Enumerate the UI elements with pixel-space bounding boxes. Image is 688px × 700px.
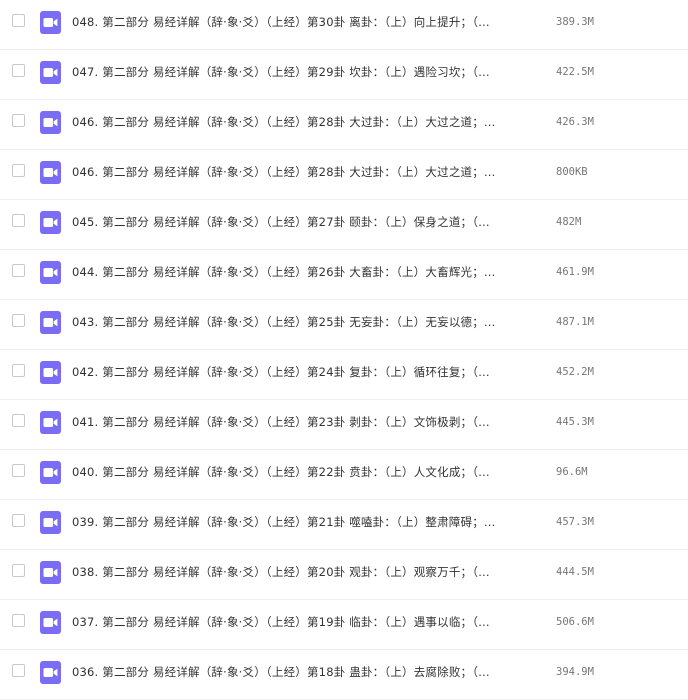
- file-row[interactable]: 036. 第二部分 易经详解（辞·象·爻）（上经）第18卦 蛊卦：（上）去腐除败…: [0, 650, 688, 700]
- file-size: 461.9M: [556, 266, 594, 278]
- video-file-icon: [40, 661, 61, 684]
- row-checkbox[interactable]: [12, 664, 25, 677]
- file-name[interactable]: 046. 第二部分 易经详解（辞·象·爻）（上经）第28卦 大过卦：（上）大过之…: [72, 114, 496, 130]
- row-checkbox[interactable]: [12, 64, 25, 77]
- file-size: 445.3M: [556, 416, 594, 428]
- file-size: 394.9M: [556, 666, 594, 678]
- file-name[interactable]: 043. 第二部分 易经详解（辞·象·爻）（上经）第25卦 无妄卦：（上）无妄以…: [72, 314, 496, 330]
- row-checkbox[interactable]: [12, 414, 25, 427]
- file-name[interactable]: 048. 第二部分 易经详解（辞·象·爻）（上经）第30卦 离卦：（上）向上提升…: [72, 14, 490, 30]
- video-camera-glyph: [43, 368, 58, 377]
- file-row[interactable]: 046. 第二部分 易经详解（辞·象·爻）（上经）第28卦 大过卦：（上）大过之…: [0, 150, 688, 200]
- file-row[interactable]: 048. 第二部分 易经详解（辞·象·爻）（上经）第30卦 离卦：（上）向上提升…: [0, 0, 688, 50]
- row-checkbox[interactable]: [12, 214, 25, 227]
- row-checkbox[interactable]: [12, 164, 25, 177]
- video-camera-glyph: [43, 468, 58, 477]
- video-camera-glyph: [43, 68, 58, 77]
- video-camera-glyph: [43, 318, 58, 327]
- file-size: 487.1M: [556, 316, 594, 328]
- file-row[interactable]: 042. 第二部分 易经详解（辞·象·爻）（上经）第24卦 复卦：（上）循环往复…: [0, 350, 688, 400]
- file-size: 457.3M: [556, 516, 594, 528]
- file-name[interactable]: 037. 第二部分 易经详解（辞·象·爻）（上经）第19卦 临卦：（上）遇事以临…: [72, 614, 490, 630]
- video-file-icon: [40, 161, 61, 184]
- file-name[interactable]: 044. 第二部分 易经详解（辞·象·爻）（上经）第26卦 大畜卦：（上）大畜辉…: [72, 264, 496, 280]
- video-file-icon: [40, 461, 61, 484]
- video-file-icon: [40, 211, 61, 234]
- video-file-icon: [40, 511, 61, 534]
- file-name[interactable]: 040. 第二部分 易经详解（辞·象·爻）（上经）第22卦 贲卦：（上）人文化成…: [72, 464, 490, 480]
- file-size: 96.6M: [556, 466, 588, 478]
- video-camera-glyph: [43, 218, 58, 227]
- row-checkbox[interactable]: [12, 614, 25, 627]
- video-camera-glyph: [43, 118, 58, 127]
- video-file-icon: [40, 11, 61, 34]
- file-name[interactable]: 042. 第二部分 易经详解（辞·象·爻）（上经）第24卦 复卦：（上）循环往复…: [72, 364, 490, 380]
- row-checkbox[interactable]: [12, 14, 25, 27]
- video-camera-glyph: [43, 168, 58, 177]
- file-size: 800KB: [556, 166, 588, 178]
- file-size: 506.6M: [556, 616, 594, 628]
- file-name[interactable]: 036. 第二部分 易经详解（辞·象·爻）（上经）第18卦 蛊卦：（上）去腐除败…: [72, 664, 490, 680]
- file-size: 482M: [556, 216, 582, 228]
- row-checkbox[interactable]: [12, 364, 25, 377]
- file-row[interactable]: 038. 第二部分 易经详解（辞·象·爻）（上经）第20卦 观卦：（上）观察万千…: [0, 550, 688, 600]
- row-checkbox[interactable]: [12, 264, 25, 277]
- file-name[interactable]: 039. 第二部分 易经详解（辞·象·爻）（上经）第21卦 噬嗑卦：（上）整肃障…: [72, 514, 496, 530]
- file-name[interactable]: 046. 第二部分 易经详解（辞·象·爻）（上经）第28卦 大过卦：（上）大过之…: [72, 164, 496, 180]
- video-camera-glyph: [43, 618, 58, 627]
- video-camera-glyph: [43, 668, 58, 677]
- file-row[interactable]: 041. 第二部分 易经详解（辞·象·爻）（上经）第23卦 剥卦：（上）文饰极剥…: [0, 400, 688, 450]
- video-camera-glyph: [43, 18, 58, 27]
- video-file-icon: [40, 111, 61, 134]
- file-list: 048. 第二部分 易经详解（辞·象·爻）（上经）第30卦 离卦：（上）向上提升…: [0, 0, 688, 700]
- video-file-icon: [40, 261, 61, 284]
- video-file-icon: [40, 561, 61, 584]
- row-checkbox[interactable]: [12, 514, 25, 527]
- video-camera-glyph: [43, 518, 58, 527]
- file-size: 452.2M: [556, 366, 594, 378]
- file-row[interactable]: 037. 第二部分 易经详解（辞·象·爻）（上经）第19卦 临卦：（上）遇事以临…: [0, 600, 688, 650]
- file-row[interactable]: 045. 第二部分 易经详解（辞·象·爻）（上经）第27卦 颐卦：（上）保身之道…: [0, 200, 688, 250]
- file-size: 389.3M: [556, 16, 594, 28]
- video-file-icon: [40, 611, 61, 634]
- video-file-icon: [40, 311, 61, 334]
- video-file-icon: [40, 61, 61, 84]
- video-camera-glyph: [43, 268, 58, 277]
- file-row[interactable]: 044. 第二部分 易经详解（辞·象·爻）（上经）第26卦 大畜卦：（上）大畜辉…: [0, 250, 688, 300]
- video-file-icon: [40, 361, 61, 384]
- file-name[interactable]: 038. 第二部分 易经详解（辞·象·爻）（上经）第20卦 观卦：（上）观察万千…: [72, 564, 490, 580]
- file-name[interactable]: 045. 第二部分 易经详解（辞·象·爻）（上经）第27卦 颐卦：（上）保身之道…: [72, 214, 490, 230]
- row-checkbox[interactable]: [12, 464, 25, 477]
- file-row[interactable]: 046. 第二部分 易经详解（辞·象·爻）（上经）第28卦 大过卦：（上）大过之…: [0, 100, 688, 150]
- file-row[interactable]: 039. 第二部分 易经详解（辞·象·爻）（上经）第21卦 噬嗑卦：（上）整肃障…: [0, 500, 688, 550]
- file-row[interactable]: 043. 第二部分 易经详解（辞·象·爻）（上经）第25卦 无妄卦：（上）无妄以…: [0, 300, 688, 350]
- file-row[interactable]: 047. 第二部分 易经详解（辞·象·爻）（上经）第29卦 坎卦：（上）遇险习坎…: [0, 50, 688, 100]
- file-name[interactable]: 047. 第二部分 易经详解（辞·象·爻）（上经）第29卦 坎卦：（上）遇险习坎…: [72, 64, 490, 80]
- video-camera-glyph: [43, 568, 58, 577]
- row-checkbox[interactable]: [12, 114, 25, 127]
- video-camera-glyph: [43, 418, 58, 427]
- file-size: 426.3M: [556, 116, 594, 128]
- file-size: 444.5M: [556, 566, 594, 578]
- file-name[interactable]: 041. 第二部分 易经详解（辞·象·爻）（上经）第23卦 剥卦：（上）文饰极剥…: [72, 414, 490, 430]
- file-size: 422.5M: [556, 66, 594, 78]
- video-file-icon: [40, 411, 61, 434]
- file-row[interactable]: 040. 第二部分 易经详解（辞·象·爻）（上经）第22卦 贲卦：（上）人文化成…: [0, 450, 688, 500]
- row-checkbox[interactable]: [12, 564, 25, 577]
- row-checkbox[interactable]: [12, 314, 25, 327]
